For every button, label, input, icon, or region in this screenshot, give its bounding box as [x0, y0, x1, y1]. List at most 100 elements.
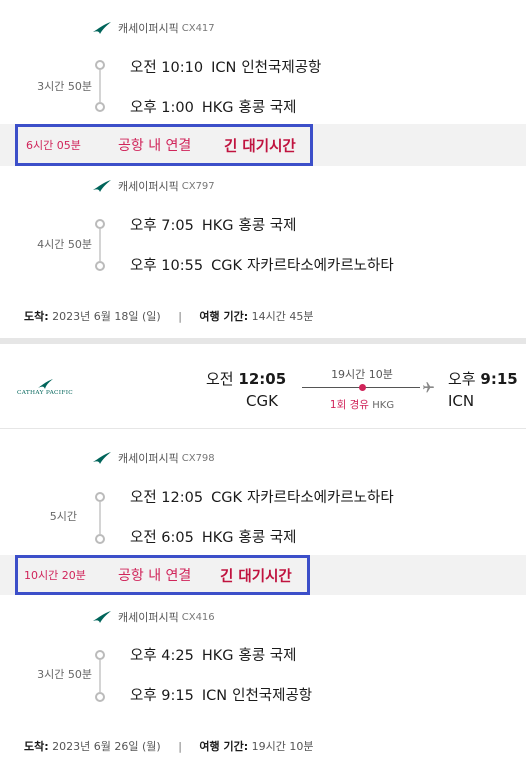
flight-number: CX417 [181, 22, 215, 34]
airline-name: 캐세이퍼시픽 [118, 452, 179, 465]
cathay-logo-text: CATHAY PACIFIC [16, 390, 74, 396]
stop-dot-icon [95, 219, 105, 229]
stops-count: 1회 경유 [329, 399, 369, 411]
summary-separator: | [178, 740, 182, 753]
departure-airport: 홍콩 국제 [238, 648, 297, 664]
departure-time: 오전 10:10 [130, 60, 204, 76]
cathay-brushwing-icon [93, 22, 111, 34]
layover-highlight: 6시간 05분 공항 내 연결 긴 대기시간 [15, 124, 313, 166]
segment-timeline [94, 492, 106, 544]
stop-dot-icon [95, 492, 105, 502]
arrival-row: 오전 6:05 HKG 홍콩 국제 [130, 526, 296, 547]
segment-airline-row: 캐세이퍼시픽 CX417 [92, 20, 215, 36]
arrival-code: HKG [201, 100, 234, 116]
travel-duration-value: 19시간 10분 [251, 740, 314, 753]
arrival-airport: 자카르타소에카르노하타 [246, 258, 394, 274]
section-divider [0, 338, 526, 344]
travel-duration-label: 여행 기간: [199, 310, 249, 323]
summary-separator: | [178, 310, 182, 323]
header-arrival-time: 오후 9:15 [448, 370, 518, 388]
departure-airport: 홍콩 국제 [238, 218, 297, 234]
cathay-logo: CATHAY PACIFIC [16, 378, 74, 400]
arrival-label: 도착: [24, 740, 49, 753]
arrival-row: 오후 9:15 ICN 인천국제공항 [130, 684, 312, 705]
departure-row: 오후 7:05 HKG 홍콩 국제 [130, 214, 296, 235]
departure-time: 오전 12:05 [130, 490, 204, 506]
cathay-brushwing-icon [93, 611, 111, 623]
departure-time: 오후 4:25 [130, 648, 194, 664]
header-stops: 1회 경유 HKG [302, 397, 422, 412]
header-departure-code: CGK [246, 392, 278, 410]
arrival-time: 오후 9:15 [130, 688, 194, 704]
arrival-airport: 홍콩 국제 [238, 530, 297, 546]
arrival-time: 오후 10:55 [130, 258, 204, 274]
arrival-row: 오후 1:00 HKG 홍콩 국제 [130, 96, 296, 117]
route-line [302, 382, 434, 394]
header-total-duration: 19시간 10분 [331, 368, 393, 381]
segment-airline-row: 캐세이퍼시픽 CX416 [92, 609, 215, 625]
layover-highlight: 10시간 20분 공항 내 연결 긴 대기시간 [15, 555, 310, 595]
departure-airport: 자카르타소에카르노하타 [246, 490, 394, 506]
stop-dot-icon [95, 692, 105, 702]
arrival-airport: 홍콩 국제 [238, 100, 297, 116]
arrival-label: 도착: [24, 310, 49, 323]
departure-code: HKG [201, 648, 234, 664]
travel-duration-value: 14시간 45분 [251, 310, 314, 323]
segment-duration: 3시간 50분 [37, 668, 92, 681]
departure-code: HKG [201, 218, 234, 234]
arrival-time: 오후 1:00 [130, 100, 194, 116]
departure-code: CGK [211, 490, 242, 506]
arrival-code: HKG [201, 530, 234, 546]
cathay-brushwing-icon [93, 452, 111, 464]
airplane-icon [423, 382, 434, 393]
departure-airport: 인천국제공항 [241, 60, 322, 76]
stop-dot-icon [95, 261, 105, 271]
stop-dot-icon [95, 650, 105, 660]
arrival-date: 2023년 6월 26일 (월) [52, 740, 161, 753]
layover-connection: 공항 내 연결 [118, 138, 192, 154]
layover-duration: 6시간 05분 [26, 139, 81, 152]
cathay-brushwing-icon [93, 180, 111, 192]
departure-time: 오후 7:05 [130, 218, 194, 234]
segment-duration: 3시간 50분 [37, 80, 92, 93]
departure-row: 오후 4:25 HKG 홍콩 국제 [130, 644, 296, 665]
stop-dot-icon [95, 60, 105, 70]
segment-airline-row: 캐세이퍼시픽 CX797 [92, 178, 215, 194]
layover-connection: 공항 내 연결 [118, 568, 192, 584]
stop-dot-icon [95, 102, 105, 112]
arrival-time: 오전 6:05 [130, 530, 194, 546]
trip-summary: 도착: 2023년 6월 26일 (월) | 여행 기간: 19시간 10분 [24, 738, 313, 754]
long-wait-badge: 긴 대기시간 [220, 568, 292, 585]
flight-number: CX798 [181, 452, 215, 464]
flight-number: CX797 [181, 180, 215, 192]
departure-row: 오전 10:10 ICN 인천국제공항 [130, 56, 321, 77]
arrival-code: ICN [201, 688, 228, 704]
stop-dot-icon [95, 534, 105, 544]
via-airport: HKG [372, 400, 395, 411]
trip-summary: 도착: 2023년 6월 18일 (일) | 여행 기간: 14시간 45분 [24, 308, 313, 324]
airline-name: 캐세이퍼시픽 [118, 180, 179, 193]
layover-dot-icon [359, 384, 366, 391]
header-arrival-code: ICN [448, 392, 475, 410]
departure-row: 오전 12:05 CGK 자카르타소에카르노하타 [130, 486, 394, 507]
segment-timeline [94, 60, 106, 112]
departure-code: ICN [211, 60, 237, 76]
segment-timeline [94, 650, 106, 702]
layover-duration: 10시간 20분 [24, 569, 86, 582]
cathay-brushwing-icon [38, 379, 53, 389]
travel-duration-label: 여행 기간: [199, 740, 249, 753]
airline-name: 캐세이퍼시픽 [118, 22, 179, 35]
segment-timeline [94, 219, 106, 271]
arrival-row: 오후 10:55 CGK 자카르타소에카르노하타 [130, 254, 394, 275]
airline-name: 캐세이퍼시픽 [118, 611, 179, 624]
arrival-airport: 인천국제공항 [232, 688, 313, 704]
segment-duration: 5시간 [49, 510, 77, 523]
long-wait-badge: 긴 대기시간 [224, 138, 296, 155]
header-divider [0, 428, 526, 429]
segment-duration: 4시간 50분 [37, 238, 92, 251]
flight-number: CX416 [181, 611, 215, 623]
arrival-code: CGK [211, 258, 242, 274]
header-departure-time: 오전 12:05 [206, 370, 287, 388]
arrival-date: 2023년 6월 18일 (일) [52, 310, 161, 323]
segment-airline-row: 캐세이퍼시픽 CX798 [92, 450, 215, 466]
